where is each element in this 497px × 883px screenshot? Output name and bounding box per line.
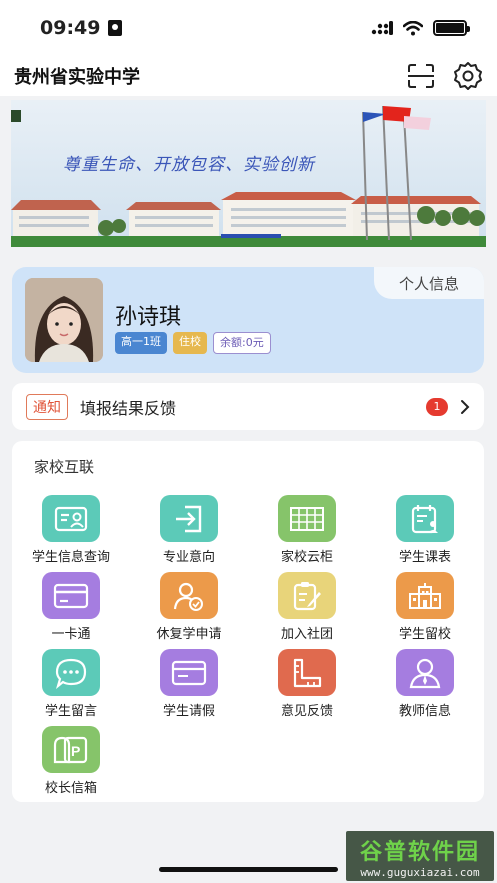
status-bar: 09:49 <box>0 0 497 56</box>
home-indicator[interactable] <box>159 867 338 872</box>
watermark-url: www.guguxiazai.com <box>360 865 480 879</box>
clipboard-edit-icon <box>278 572 336 619</box>
service-label: 学生请假 <box>162 704 215 719</box>
screen-lock-icon <box>108 20 123 36</box>
service-label: 意见反馈 <box>280 704 333 719</box>
app-header: 贵州省实验中学 <box>0 56 497 96</box>
service-label: 学生信息查询 <box>31 550 110 565</box>
student-name: 孙诗琪 <box>115 305 182 330</box>
service-label: 家校云柜 <box>280 550 333 565</box>
service-teacher-info[interactable]: 教师信息 <box>366 649 484 721</box>
service-campus-card[interactable]: 一卡通 <box>12 572 130 644</box>
service-principal-mailbox[interactable]: P 校长信箱 <box>12 726 130 798</box>
service-student-info[interactable]: 学生信息查询 <box>12 495 130 567</box>
signal-icon <box>371 21 393 35</box>
teacher-icon <box>396 649 454 696</box>
service-leave-request[interactable]: 学生请假 <box>130 649 248 721</box>
scan-icon[interactable] <box>407 64 435 88</box>
student-profile-card[interactable]: 个人信息 孙诗琪 高一1班 住校 余额:0元 <box>12 267 484 373</box>
service-suspension-application[interactable]: 休复学申请 <box>130 572 248 644</box>
school-title: 贵州省实验中学 <box>14 67 140 88</box>
notice-tag: 通知 <box>26 393 68 420</box>
watermark-logo: 谷普软件园 www.guguxiazai.com <box>346 831 494 881</box>
service-label: 学生课表 <box>398 550 451 565</box>
notice-count-badge: 1 <box>426 397 448 416</box>
cabinet-icon <box>278 495 336 542</box>
service-cloud-cabinet[interactable]: 家校云柜 <box>248 495 366 567</box>
boarding-badge: 住校 <box>173 332 207 354</box>
class-badge: 高一1班 <box>115 332 167 354</box>
campus-banner[interactable]: 尊重生命、开放包容、实验创新 <box>11 100 486 247</box>
service-feedback[interactable]: 意见反馈 <box>248 649 366 721</box>
svg-text:P: P <box>71 743 80 759</box>
service-major-intention[interactable]: 专业意向 <box>130 495 248 567</box>
header-actions <box>407 61 483 91</box>
id-card-icon <box>42 495 100 542</box>
settings-gear-icon[interactable] <box>453 61 483 91</box>
service-label: 休复学申请 <box>156 627 222 642</box>
watermark-main: 谷普软件园 <box>359 838 480 865</box>
service-stay-at-school[interactable]: 学生留校 <box>366 572 484 644</box>
avatar <box>25 278 103 362</box>
notice-bar[interactable]: 通知 填报结果反馈 1 <box>12 383 484 430</box>
service-label: 专业意向 <box>162 550 215 565</box>
user-check-icon <box>160 572 218 619</box>
form-icon <box>160 649 218 696</box>
home-school-services: 家校互联 学生信息查询 专业意向 家校云柜 学生课表 一卡通 休复学申请 加入社… <box>12 441 484 802</box>
wifi-icon <box>403 20 423 35</box>
login-arrow-icon <box>160 495 218 542</box>
status-time: 09:49 <box>40 17 101 39</box>
balance-badge: 余额:0元 <box>213 332 271 354</box>
mailbox-icon: P <box>42 726 100 773</box>
service-label: 一卡通 <box>51 627 91 642</box>
battery-icon <box>433 20 470 36</box>
school-building-icon <box>396 572 454 619</box>
chat-bubble-icon <box>42 649 100 696</box>
personal-info-tab[interactable]: 个人信息 <box>374 267 484 299</box>
card-icon <box>42 572 100 619</box>
schedule-icon <box>396 495 454 542</box>
service-join-club[interactable]: 加入社团 <box>248 572 366 644</box>
student-tags: 高一1班 住校 余额:0元 <box>115 332 271 354</box>
service-label: 校长信箱 <box>44 781 97 796</box>
service-timetable[interactable]: 学生课表 <box>366 495 484 567</box>
banner-slogan: 尊重生命、开放包容、实验创新 <box>63 155 315 175</box>
service-label: 学生留校 <box>398 627 451 642</box>
service-student-message[interactable]: 学生留言 <box>12 649 130 721</box>
service-label: 学生留言 <box>44 704 97 719</box>
ruler-icon <box>278 649 336 696</box>
status-time-group: 09:49 <box>40 17 123 39</box>
notice-text: 填报结果反馈 <box>80 398 177 418</box>
services-title: 家校互联 <box>34 458 95 476</box>
status-icons <box>371 20 470 36</box>
service-label: 加入社团 <box>280 627 333 642</box>
chevron-right-icon <box>461 399 470 414</box>
service-label: 教师信息 <box>398 704 451 719</box>
